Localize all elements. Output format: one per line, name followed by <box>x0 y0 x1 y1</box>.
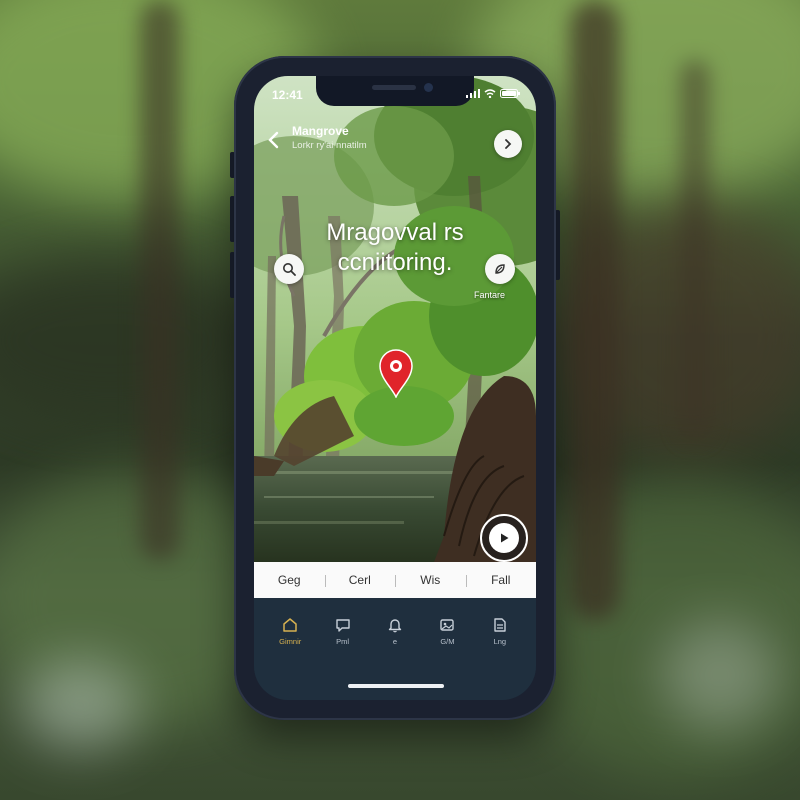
map-pin-icon <box>379 349 413 399</box>
header-title-block: Mangrove Lorkr ry'ai nnatilm <box>292 124 367 151</box>
tab-label: e <box>392 637 398 646</box>
tab-documents[interactable]: Lng <box>474 616 526 646</box>
tab-label: Pml <box>336 637 350 646</box>
page-subtitle: Lorkr ry'ai nnatilm <box>292 140 367 151</box>
feature-label: Fantare <box>474 290 506 300</box>
tab-chat[interactable]: Pml <box>316 616 368 646</box>
back-button[interactable] <box>262 128 286 152</box>
filter-item[interactable]: Geg <box>254 573 325 587</box>
battery-icon <box>500 89 520 98</box>
tab-notifications[interactable]: e <box>369 616 421 646</box>
tab-gallery[interactable]: G/M <box>421 616 473 646</box>
wifi-icon <box>484 89 496 98</box>
search-button[interactable] <box>274 254 304 284</box>
filter-bar: Geg Cerl Wis Fall <box>254 562 536 598</box>
chat-icon <box>335 619 350 632</box>
home-icon <box>283 618 297 632</box>
status-time: 12:41 <box>272 88 303 102</box>
hero-line-1: Mragovval rs <box>326 219 464 246</box>
play-button[interactable] <box>480 514 528 562</box>
page-title: Mangrove <box>292 124 349 138</box>
play-icon <box>501 533 509 543</box>
filter-item[interactable]: Cerl <box>324 573 396 587</box>
phone-screen: 12:41 Mangrove Lorkr ry'ai nnatilm Mrago… <box>254 76 536 700</box>
gallery-icon <box>440 619 455 631</box>
notch <box>316 76 474 106</box>
chevron-left-icon <box>268 131 279 149</box>
document-icon <box>494 618 506 632</box>
forward-button[interactable] <box>494 130 522 158</box>
tab-label: Lng <box>493 637 507 646</box>
signal-icon <box>466 89 480 98</box>
bottom-tab-bar: Gimnir Pml e G/M Lng <box>254 598 536 700</box>
tab-label: G/M <box>440 637 455 646</box>
search-icon <box>283 263 296 276</box>
location-pin[interactable] <box>378 348 414 399</box>
status-icons <box>466 89 520 98</box>
filter-item[interactable]: Wis <box>395 573 466 587</box>
tab-label: Gimnir <box>279 637 302 646</box>
bell-icon <box>388 619 402 633</box>
chevron-right-icon <box>505 139 512 149</box>
leaf-icon <box>495 264 505 274</box>
tab-home[interactable]: Gimnir <box>264 616 316 646</box>
filter-item[interactable]: Fall <box>465 573 537 587</box>
home-indicator[interactable] <box>348 684 444 688</box>
feature-button[interactable] <box>485 254 515 284</box>
